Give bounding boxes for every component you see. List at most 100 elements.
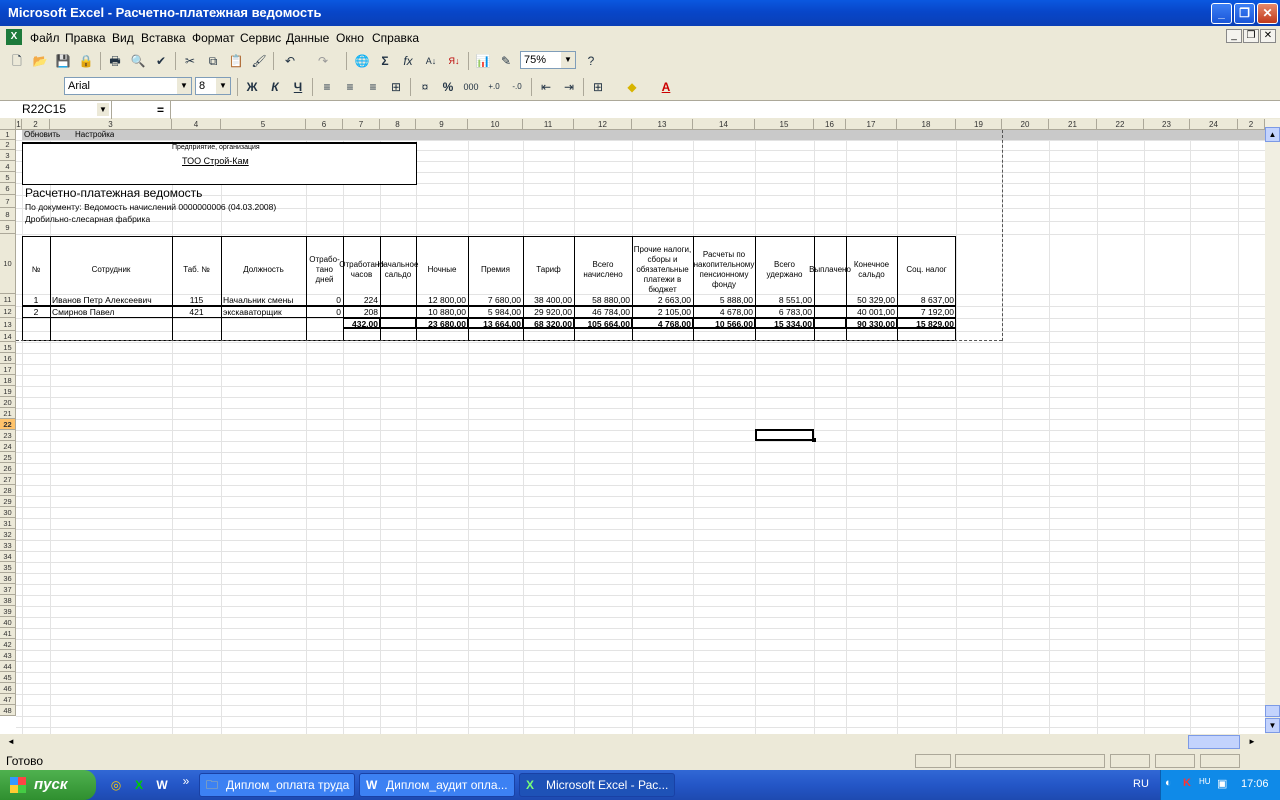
align-center-icon[interactable]: ≡	[341, 78, 359, 96]
font-color-icon[interactable]: A	[657, 78, 675, 96]
scroll-down-icon[interactable]: ▼	[1265, 718, 1280, 733]
save-icon[interactable]: 💾	[54, 52, 72, 70]
start-button[interactable]: пуск	[0, 770, 96, 800]
row-header[interactable]: 21	[0, 408, 16, 419]
row-header[interactable]: 33	[0, 540, 16, 551]
scroll-left-icon[interactable]: ◄	[4, 735, 18, 749]
menu-window[interactable]: Окно	[336, 31, 364, 45]
row-header[interactable]: 42	[0, 639, 16, 650]
increase-decimal-icon[interactable]: +.0	[485, 78, 503, 96]
column-header[interactable]: 21	[1049, 119, 1097, 130]
table-cell[interactable]: 12 800,00	[418, 295, 466, 305]
copy-icon[interactable]: ⧉	[204, 52, 222, 70]
table-cell[interactable]: 40 001,00	[848, 307, 895, 317]
column-header[interactable]: 8	[380, 119, 416, 130]
column-header[interactable]: 19	[956, 119, 1002, 130]
row-header[interactable]: 24	[0, 441, 16, 452]
column-header[interactable]: 12	[574, 119, 632, 130]
total-cell[interactable]: 432,00	[345, 319, 378, 329]
table-cell[interactable]: 208	[345, 307, 378, 317]
row-header[interactable]: 41	[0, 628, 16, 639]
table-cell[interactable]: 5 984,00	[470, 307, 521, 317]
merge-center-icon[interactable]: ⊞	[387, 78, 405, 96]
row-header[interactable]: 10	[0, 234, 16, 294]
row-header[interactable]: 44	[0, 661, 16, 672]
row-header[interactable]: 16	[0, 353, 16, 364]
table-cell[interactable]: 115	[174, 295, 219, 305]
scroll-up-icon[interactable]: ▲	[1265, 127, 1280, 142]
vertical-scrollbar[interactable]: ▲ ▼	[1265, 119, 1280, 734]
italic-icon[interactable]: К	[266, 78, 284, 96]
row-header[interactable]: 20	[0, 397, 16, 408]
row-header[interactable]: 38	[0, 595, 16, 606]
sort-descending-icon[interactable]: Я↓	[445, 52, 463, 70]
column-header[interactable]: 24	[1190, 119, 1238, 130]
fill-handle[interactable]	[812, 438, 816, 442]
font-select[interactable]: Arial ▼	[64, 77, 192, 95]
column-header[interactable]: 23	[1144, 119, 1190, 130]
hyperlink-icon[interactable]: 🌐	[353, 52, 371, 70]
row-header[interactable]: 13	[0, 318, 16, 331]
redo-icon[interactable]: ↷	[314, 52, 332, 70]
row-header[interactable]: 4	[0, 161, 16, 172]
task-diploma-audit[interactable]: W Диплом_аудит опла...	[359, 773, 515, 797]
row-header[interactable]: 32	[0, 529, 16, 540]
table-cell[interactable]: 1	[24, 295, 48, 305]
decrease-decimal-icon[interactable]: -.0	[508, 78, 526, 96]
menu-edit[interactable]: Правка	[65, 31, 106, 45]
row-header[interactable]: 40	[0, 617, 16, 628]
table-cell[interactable]: 2 105,00	[634, 307, 691, 317]
menu-file[interactable]: Файл	[30, 31, 60, 45]
formula-input[interactable]	[170, 101, 1280, 119]
table-cell[interactable]: 7 192,00	[899, 307, 954, 317]
format-painter-icon[interactable]: 🖌	[250, 52, 268, 70]
table-cell[interactable]: 8 637,00	[899, 295, 954, 305]
row-header[interactable]: 23	[0, 430, 16, 441]
column-header[interactable]: 22	[1097, 119, 1144, 130]
column-header[interactable]: 3	[50, 119, 172, 130]
total-cell[interactable]: 13 664,00	[470, 319, 521, 329]
column-header[interactable]: 15	[755, 119, 814, 130]
horizontal-scrollbar[interactable]: ◄ ►	[0, 734, 1280, 750]
tray-icon[interactable]: HU	[1199, 777, 1211, 786]
table-cell[interactable]: 0	[308, 307, 341, 317]
function-icon[interactable]: fx	[399, 52, 417, 70]
scroll-thumb[interactable]	[1265, 705, 1280, 717]
undo-icon[interactable]: ↶	[281, 52, 299, 70]
total-cell[interactable]: 15 334,00	[757, 319, 812, 329]
column-header[interactable]: 2	[1238, 119, 1265, 130]
spelling-icon[interactable]: ✔	[152, 52, 170, 70]
row-header[interactable]: 9	[0, 221, 16, 234]
column-header[interactable]: 11	[523, 119, 574, 130]
quicklaunch-excel-icon[interactable]: X	[130, 776, 148, 794]
name-box[interactable]: R22C15 ▼	[0, 101, 112, 119]
align-right-icon[interactable]: ≡	[364, 78, 382, 96]
row-header[interactable]: 35	[0, 562, 16, 573]
column-header[interactable]: 18	[897, 119, 956, 130]
column-header[interactable]: 6	[306, 119, 343, 130]
table-cell[interactable]: 5 888,00	[695, 295, 753, 305]
language-indicator[interactable]: RU	[1133, 778, 1149, 790]
column-header[interactable]: 5	[221, 119, 306, 130]
column-header[interactable]: 9	[416, 119, 468, 130]
column-header[interactable]: 4	[172, 119, 221, 130]
table-cell[interactable]: 58 880,00	[576, 295, 630, 305]
help-icon[interactable]: ?	[582, 52, 600, 70]
row-header[interactable]: 3	[0, 150, 16, 161]
task-diploma-pay[interactable]: 🗀 Диплом_оплата труда	[199, 773, 355, 797]
row-header[interactable]: 8	[0, 208, 16, 221]
table-cell[interactable]: 50 329,00	[848, 295, 895, 305]
row-header[interactable]: 6	[0, 183, 16, 195]
new-icon[interactable]: 🗋	[8, 52, 26, 70]
row-header[interactable]: 2	[0, 140, 16, 150]
doc-close-button[interactable]: ✕	[1260, 29, 1276, 43]
currency-icon[interactable]: ¤	[416, 78, 434, 96]
table-cell[interactable]: 2 663,00	[634, 295, 691, 305]
drawing-icon[interactable]: ✎	[497, 52, 515, 70]
quicklaunch-word-icon[interactable]: W	[153, 776, 171, 794]
table-cell[interactable]: 8 551,00	[757, 295, 812, 305]
tray-icon[interactable]: ◐	[1165, 777, 1172, 789]
column-header[interactable]: 20	[1002, 119, 1049, 130]
row-header[interactable]: 1	[0, 130, 16, 140]
restore-button[interactable]: ❐	[1234, 3, 1255, 24]
